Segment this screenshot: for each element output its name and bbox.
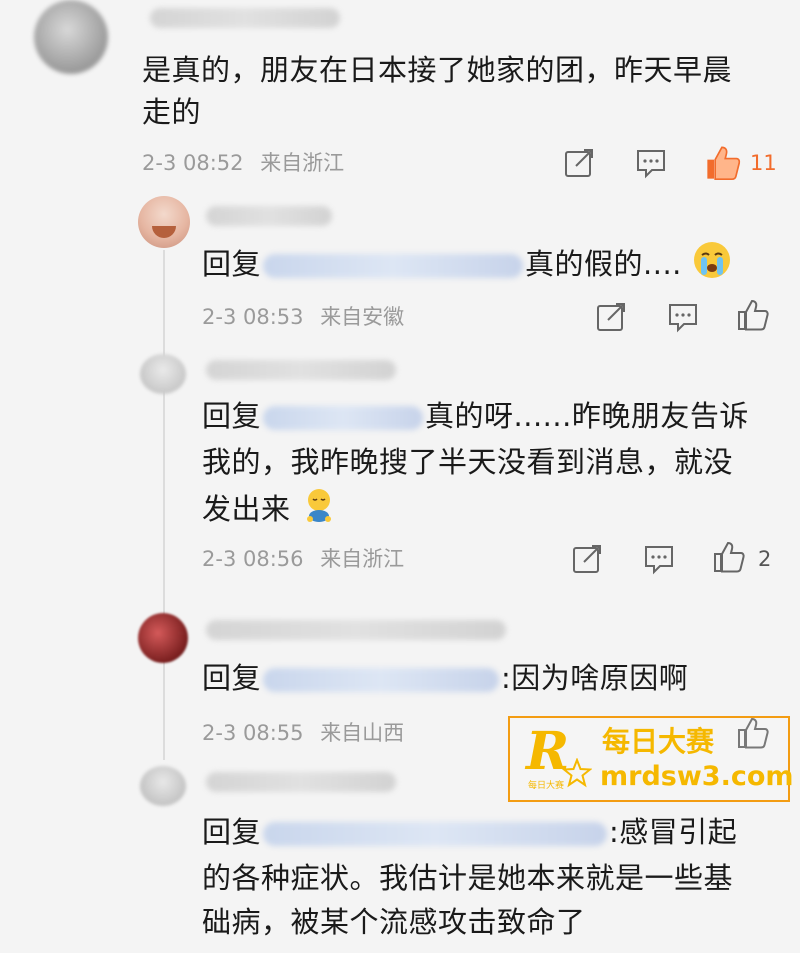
reply-text: 我的，我昨晚搜了半天没看到消息，就没 [202, 445, 734, 479]
comment-time: 2-3 08:52 [142, 151, 244, 175]
username-blurred[interactable] [206, 206, 332, 226]
reply-body: :感冒引起 [609, 815, 738, 849]
reply-prefix: 回复 [202, 247, 262, 281]
reply-meta: 2-3 08:55 来自山西 [202, 718, 404, 748]
thread-line [163, 250, 165, 760]
mention-blurred[interactable] [263, 668, 500, 692]
avatar[interactable] [140, 766, 186, 806]
reply-text: 础病，被某个流感攻击致命了 [202, 905, 586, 939]
reply-location: 来自浙江 [320, 547, 405, 571]
reply-text: 回复 :感冒引起 [202, 810, 737, 854]
reply-prefix: 回复 [202, 661, 262, 695]
crying-emoji-icon [692, 240, 732, 292]
comment-meta: 2-3 08:52 来自浙江 [142, 148, 344, 178]
share-icon[interactable] [562, 146, 596, 180]
watermark-cn: 每日大赛 [602, 725, 715, 758]
avatar[interactable] [34, 0, 108, 74]
mention-blurred[interactable] [263, 406, 424, 430]
reply-time: 2-3 08:56 [202, 547, 304, 571]
reply-prefix: 回复 [202, 399, 262, 433]
like-icon[interactable] [736, 298, 770, 332]
like-icon[interactable] [712, 540, 746, 574]
reply-time: 2-3 08:55 [202, 721, 304, 745]
username-blurred[interactable] [150, 8, 340, 28]
reply-time: 2-3 08:53 [202, 305, 304, 329]
reply-body: 真的呀......昨晚朋友告诉 [425, 399, 749, 433]
reply-body: 发出来 [202, 492, 291, 526]
watermark-small-text: 每日大赛 [528, 781, 565, 791]
like-count: 2 [758, 547, 772, 571]
watermark-logo: R 每日大赛 每日大赛 mrdsw3.com [508, 716, 794, 802]
reply-meta: 2-3 08:53 来自安徽 [202, 302, 404, 332]
shy-emoji-icon [300, 486, 338, 536]
comment-location: 来自浙江 [260, 151, 345, 175]
username-blurred[interactable] [206, 772, 396, 792]
reply-location: 来自山西 [320, 721, 405, 745]
comment-icon[interactable] [634, 146, 668, 180]
comment-icon[interactable] [642, 542, 676, 576]
reply-text: 回复 真的呀......昨晚朋友告诉 [202, 394, 749, 438]
reply-text: 的各种症状。我估计是她本来就是一些基 [202, 861, 734, 895]
avatar[interactable] [138, 613, 188, 663]
reply-location: 来自安徽 [320, 305, 405, 329]
reply-text: 发出来 [202, 486, 338, 536]
avatar[interactable] [140, 354, 186, 394]
mention-blurred[interactable] [263, 822, 608, 846]
username-blurred[interactable] [206, 620, 506, 640]
watermark-url: mrdsw3.com [600, 761, 794, 792]
comment-text: 是真的，朋友在日本接了她家的团，昨天早晨 [142, 53, 733, 87]
comment-icon[interactable] [666, 300, 700, 334]
like-count: 11 [750, 151, 777, 175]
share-icon[interactable] [570, 542, 604, 576]
comment-text: 走的 [142, 95, 202, 129]
reply-text: 回复 :因为啥原因啊 [202, 656, 688, 700]
reply-meta: 2-3 08:56 来自浙江 [202, 544, 404, 574]
star-icon [561, 757, 593, 792]
like-icon[interactable] [704, 144, 742, 182]
avatar[interactable] [138, 196, 190, 248]
share-icon[interactable] [594, 300, 628, 334]
username-blurred[interactable] [206, 360, 396, 380]
mention-blurred[interactable] [263, 254, 524, 278]
reply-text: 回复 真的假的.... [202, 240, 732, 292]
reply-body: :因为啥原因啊 [501, 661, 689, 695]
reply-body: 真的假的.... [525, 247, 682, 281]
reply-prefix: 回复 [202, 815, 262, 849]
